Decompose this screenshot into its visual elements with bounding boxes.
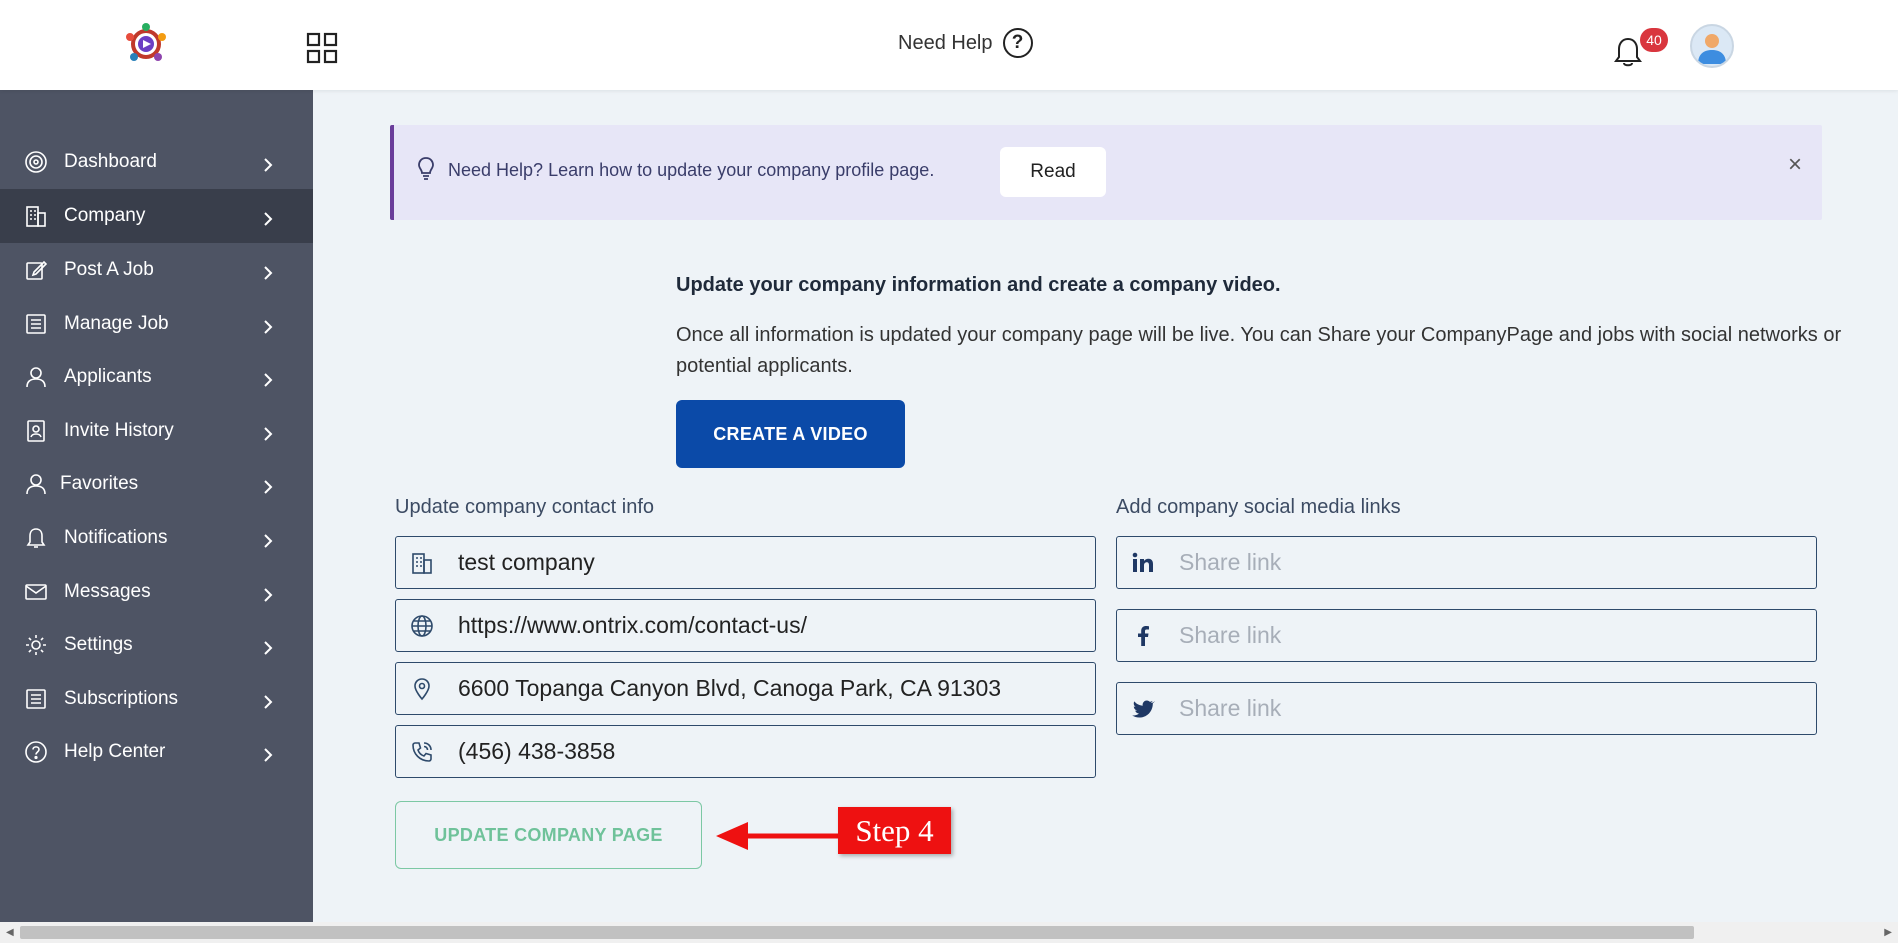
address-input[interactable] [458,663,1085,713]
user-avatar[interactable] [1690,24,1734,68]
app-logo[interactable] [122,20,170,68]
sidebar-item-favorites[interactable]: Favorites [0,457,313,511]
sidebar-item-label: Messages [64,581,151,602]
phone-field [395,725,1096,778]
banner-text: Need Help? Learn how to update your comp… [448,160,935,180]
scrollbar-thumb[interactable] [20,926,1694,939]
sidebar-item-label: Favorites [60,473,139,494]
red-arrow-icon [714,818,844,854]
twitter-field [1116,682,1817,735]
facebook-icon [1131,624,1155,648]
sidebar: Dashboard Company Post A Job Manage Job … [0,90,313,922]
chevron-right-icon [262,264,274,280]
need-help-link[interactable]: Need Help ? [898,28,1033,58]
scroll-left-arrow-icon[interactable]: ◀ [6,927,14,938]
sidebar-item-label: Post A Job [64,259,154,280]
globe-icon [410,614,434,638]
need-help-label: Need Help [898,31,993,54]
list-icon [24,687,48,711]
notification-badge: 40 [1640,28,1668,52]
lightbulb-icon [416,156,436,182]
website-field [395,599,1096,652]
address-field [395,662,1096,715]
gear-icon [24,633,48,657]
chevron-right-icon [262,478,274,494]
sidebar-item-notifications[interactable]: Notifications [0,511,313,565]
sidebar-item-manage-job[interactable]: Manage Job [0,297,313,351]
sidebar-item-label: Settings [64,634,133,655]
apps-grid-icon[interactable] [306,32,338,64]
chevron-right-icon [262,425,274,441]
sidebar-item-settings[interactable]: Settings [0,618,313,672]
company-name-field [395,536,1096,589]
sidebar-item-company[interactable]: Company [0,189,313,243]
sidebar-item-dashboard[interactable]: Dashboard [0,135,313,189]
person-icon [24,472,48,496]
read-button[interactable]: Read [1000,147,1106,197]
chevron-right-icon [262,639,274,655]
list-icon [24,312,48,336]
bell-icon[interactable] [1614,36,1642,68]
intro-description-line: Once all information is updated your com… [676,324,1842,346]
sidebar-item-label: Invite History [64,420,174,441]
target-icon [24,150,48,174]
linkedin-field [1116,536,1817,589]
sidebar-item-label: Applicants [64,366,152,387]
sidebar-item-label: Notifications [64,527,168,548]
linkedin-input[interactable] [1179,537,1806,587]
sidebar-item-help-center[interactable]: Help Center [0,725,313,779]
chevron-right-icon [262,746,274,762]
update-company-page-button[interactable]: UPDATE COMPANY PAGE [395,801,702,869]
sidebar-item-messages[interactable]: Messages [0,565,313,619]
sidebar-item-label: Help Center [64,741,166,762]
website-input[interactable] [458,600,1085,650]
help-circle-icon: ? [1002,28,1033,58]
sidebar-item-invite-history[interactable]: Invite History [0,404,313,458]
sidebar-item-label: Manage Job [64,313,169,334]
sidebar-item-subscriptions[interactable]: Subscriptions [0,672,313,726]
sidebar-item-label: Company [64,205,146,226]
twitter-icon [1131,697,1155,721]
company-name-input[interactable] [458,537,1085,587]
chevron-right-icon [262,532,274,548]
step-annotation-label: Step 4 [838,807,951,854]
horizontal-scrollbar[interactable]: ◀ ▶ [0,922,1898,943]
chevron-right-icon [262,693,274,709]
social-section-label: Add company social media links [1116,496,1401,518]
help-icon [24,740,48,764]
location-pin-icon [410,677,434,701]
chevron-right-icon [262,210,274,226]
person-icon [24,365,48,389]
scroll-right-arrow-icon[interactable]: ▶ [1884,927,1892,938]
building-icon [410,551,434,575]
edit-icon [24,258,48,282]
mail-icon [24,580,48,604]
top-bar: Need Help ? 40 [0,0,1898,90]
intro-title: Update your company information and crea… [676,274,1281,296]
chevron-right-icon [262,318,274,334]
chevron-right-icon [262,156,274,172]
create-video-button[interactable]: CREATE A VIDEO [676,400,905,468]
facebook-input[interactable] [1179,610,1806,660]
bell-icon [24,526,48,550]
intro-description: Once all information is updated your com… [676,320,1898,382]
help-banner: Need Help? Learn how to update your comp… [390,125,1822,220]
twitter-input[interactable] [1179,683,1806,733]
sidebar-item-label: Subscriptions [64,688,179,709]
building-icon [24,204,48,228]
phone-input[interactable] [458,726,1085,776]
sidebar-item-post-a-job[interactable]: Post A Job [0,243,313,297]
chevron-right-icon [262,371,274,387]
phone-icon [410,740,434,764]
facebook-field [1116,609,1817,662]
linkedin-icon [1131,551,1155,575]
contact-section-label: Update company contact info [395,496,655,518]
intro-description-line: potential applicants. [676,355,853,377]
chevron-right-icon [262,586,274,602]
invite-icon [24,419,48,443]
sidebar-item-applicants[interactable]: Applicants [0,350,313,404]
close-icon[interactable]: × [1788,151,1802,179]
sidebar-item-label: Dashboard [64,151,157,172]
